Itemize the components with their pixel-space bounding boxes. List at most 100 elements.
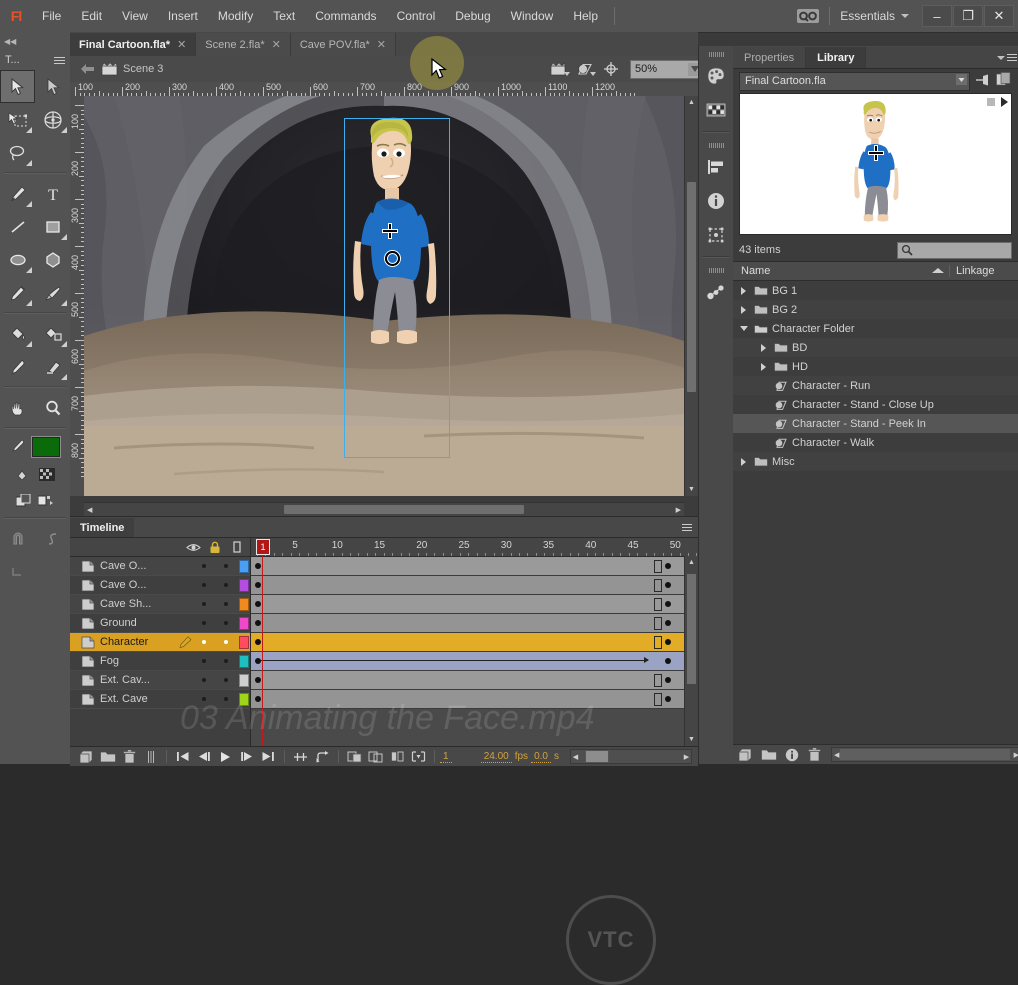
disclosure-triangle-down-icon[interactable] [737, 326, 750, 331]
loop-playback-icon[interactable] [311, 748, 332, 766]
layer-name-label[interactable]: Ext. Cav... [100, 674, 177, 686]
document-tab-scene-2[interactable]: Scene 2.fla* ✕ [196, 33, 291, 56]
search-icon[interactable] [793, 6, 823, 26]
workspace-switcher[interactable]: Essentials [836, 9, 913, 23]
scroll-thumb[interactable] [284, 505, 524, 514]
layer-name-label[interactable]: Cave O... [100, 579, 177, 591]
disclosure-triangle-right-icon[interactable] [737, 305, 750, 314]
timeline-layer-row[interactable]: Cave O... [70, 557, 250, 576]
scroll-right-icon[interactable]: ▶ [1014, 751, 1018, 759]
transform-point-crosshair[interactable] [383, 224, 397, 238]
timeline-layer-row[interactable]: Cave O... [70, 576, 250, 595]
new-layer-icon[interactable] [76, 748, 97, 766]
document-tab-final-cartoon[interactable]: Final Cartoon.fla* ✕ [70, 33, 197, 56]
edit-scene-icon[interactable] [546, 58, 572, 80]
hand-tool[interactable] [0, 391, 35, 424]
layer-name-label[interactable]: Cave Sh... [100, 598, 177, 610]
current-frame-indicator[interactable]: 1 [440, 751, 452, 763]
layer-outline-color-swatch[interactable] [237, 578, 250, 592]
library-item-list[interactable]: BG 1 BG 2 Character Folder BD HD Character - … [733, 281, 1018, 471]
timeline-layer-row[interactable]: Ext. Cav... [70, 671, 250, 690]
edit-multiple-frames-icon[interactable] [386, 748, 407, 766]
menu-help[interactable]: Help [563, 0, 608, 32]
last-frame-keyframe[interactable] [665, 658, 672, 664]
straighten-option-icon[interactable] [0, 555, 35, 588]
scroll-right-icon[interactable]: ▶ [684, 753, 689, 761]
frame-rate-value[interactable]: 24.00 [480, 751, 512, 763]
new-symbol-icon[interactable] [737, 746, 754, 763]
onion-skin-outline-icon[interactable] [365, 748, 386, 766]
timeline-layer-row[interactable]: Character [70, 633, 250, 652]
oval-tool[interactable] [0, 243, 35, 276]
layer-name-label[interactable]: Fog [100, 655, 177, 667]
library-search-box[interactable] [897, 241, 1012, 259]
new-folder-icon[interactable] [760, 746, 777, 763]
layer-lock-toggle[interactable] [215, 640, 237, 644]
close-button[interactable]: ✕ [984, 5, 1014, 27]
menu-insert[interactable]: Insert [158, 0, 208, 32]
registration-point[interactable] [385, 251, 400, 266]
preview-stop-icon[interactable] [987, 98, 995, 106]
eye-icon[interactable] [182, 538, 204, 556]
no-color-icon[interactable] [38, 467, 56, 485]
transform-panel-icon[interactable] [699, 218, 733, 252]
timeline-frame-row[interactable] [251, 595, 698, 614]
frame-rows[interactable] [251, 557, 698, 709]
timeline-frame-row[interactable] [251, 690, 698, 709]
pin-icon[interactable] [975, 73, 991, 90]
end-frame-marker[interactable] [654, 617, 663, 630]
disclosure-triangle-right-icon[interactable] [757, 343, 770, 352]
library-document-selector[interactable]: Final Cartoon.fla [739, 71, 970, 91]
timeline-layer-row[interactable]: Cave Sh... [70, 595, 250, 614]
layer-visibility-toggle[interactable] [193, 678, 215, 682]
smooth-option-icon[interactable] [35, 522, 70, 555]
last-frame-keyframe[interactable] [665, 620, 672, 626]
snap-to-objects-option-icon[interactable] [0, 522, 35, 555]
layer-outline-color-swatch[interactable] [237, 635, 250, 649]
timeline-frame-row[interactable] [251, 652, 698, 671]
timeline-layer-row[interactable]: Ext. Cave [70, 690, 250, 709]
paint-bucket-tool[interactable] [0, 317, 35, 350]
keyframe-marker[interactable] [255, 563, 261, 569]
library-item[interactable]: HD [733, 357, 1018, 376]
layer-outline-color-swatch[interactable] [237, 673, 250, 687]
delete-layer-icon[interactable] [119, 748, 140, 766]
align-panel-icon[interactable] [699, 150, 733, 184]
pencil-tool[interactable] [0, 276, 35, 309]
scroll-left-icon[interactable]: ◀ [87, 506, 92, 514]
menu-view[interactable]: View [112, 0, 158, 32]
layer-lock-toggle[interactable] [215, 697, 237, 701]
go-to-first-frame-icon[interactable] [172, 748, 193, 766]
end-frame-marker[interactable] [654, 579, 663, 592]
scroll-thumb[interactable] [584, 750, 609, 763]
text-tool[interactable]: T [35, 177, 70, 210]
timeline-frame-row[interactable] [251, 633, 698, 652]
go-to-last-frame-icon[interactable] [258, 748, 279, 766]
layer-name-label[interactable]: Ext. Cave [100, 693, 177, 705]
layer-name-label[interactable]: Ground [100, 617, 177, 629]
swatches-panel-icon[interactable] [699, 93, 733, 127]
lasso-tool[interactable] [0, 136, 35, 169]
scroll-up-icon[interactable]: ▲ [688, 99, 695, 106]
library-search-input[interactable] [913, 243, 1007, 257]
panel-grip-2[interactable] [699, 137, 733, 150]
stage-canvas[interactable] [84, 96, 684, 496]
layer-lock-toggle[interactable] [215, 659, 237, 663]
end-frame-marker[interactable] [654, 636, 663, 649]
layer-name-label[interactable]: Character [100, 636, 177, 648]
last-frame-keyframe[interactable] [665, 696, 672, 702]
close-icon[interactable]: ✕ [272, 38, 281, 51]
keyframe-marker[interactable] [255, 620, 261, 626]
last-frame-keyframe[interactable] [665, 639, 672, 645]
lock-icon[interactable] [204, 538, 226, 556]
timeline-grip-icon[interactable] [140, 748, 161, 766]
color-panel-icon[interactable] [699, 59, 733, 93]
subselection-tool[interactable] [35, 70, 70, 103]
restore-button[interactable]: ❐ [953, 5, 983, 27]
library-item[interactable]: Character - Run [733, 376, 1018, 395]
delete-icon[interactable] [806, 746, 823, 763]
scroll-thumb[interactable] [840, 749, 1010, 760]
disclosure-triangle-right-icon[interactable] [737, 286, 750, 295]
panel-menu-icon[interactable] [54, 56, 65, 64]
play-icon[interactable] [215, 748, 236, 766]
